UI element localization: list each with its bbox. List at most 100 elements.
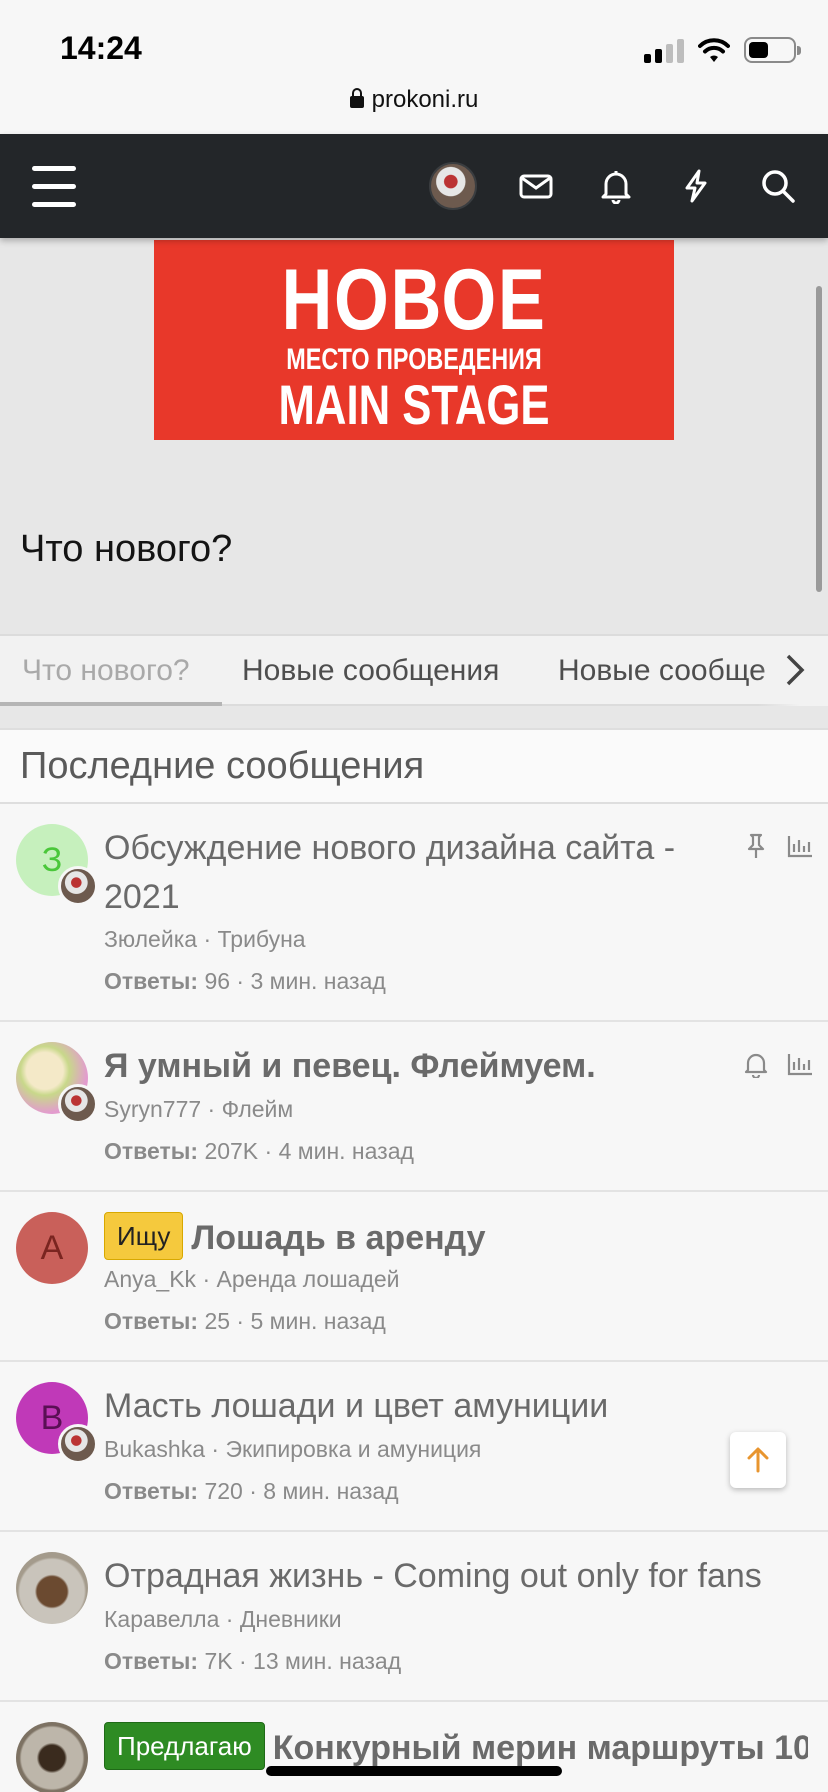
replies-count: 7K <box>204 1648 233 1674</box>
thread-time[interactable]: 4 мин. назад <box>279 1138 414 1164</box>
tab-bar: Что нового? Новые сообщения Новые сообще <box>0 634 828 706</box>
thread-status-icons <box>742 1050 814 1078</box>
replies-label: Ответы: <box>104 1308 199 1334</box>
thread-meta: Зюлейка · Трибуна <box>104 926 306 952</box>
thread-forum[interactable]: Аренда лошадей <box>217 1266 400 1292</box>
thread-title[interactable]: Ищу Лошадь в аренду <box>104 1212 688 1263</box>
thread-forum[interactable]: Трибуна <box>218 926 306 952</box>
banner-line-2: МЕСТО ПРОВЕДЕНИЯ <box>286 343 542 376</box>
wifi-icon <box>698 38 730 62</box>
thread-forum[interactable]: Флейм <box>222 1096 294 1122</box>
thread-author[interactable]: Зюлейка <box>104 926 197 952</box>
envelope-icon <box>519 174 553 199</box>
user-avatar-button[interactable] <box>428 134 478 238</box>
thread-row[interactable]: З Обсуждение нового дизайна сайта - 2021… <box>0 804 828 1022</box>
thread-stats: Ответы: 7K · 13 мин. назад <box>104 1648 402 1674</box>
avatar[interactable]: А <box>16 1212 88 1284</box>
tab-whats-new[interactable]: Что нового? <box>0 636 222 706</box>
thread-row[interactable]: Я умный и певец. Флеймуем. Syryn777 · Фл… <box>0 1022 828 1192</box>
stats-icon <box>787 836 812 858</box>
thread-meta: Bukashka · Экипировка и амуниция <box>104 1436 482 1462</box>
avatar[interactable] <box>16 1722 88 1792</box>
replies-label: Ответы: <box>104 1478 199 1504</box>
banner-line-1: НОВОЕ <box>281 252 547 348</box>
replies-count: 207K <box>204 1138 259 1164</box>
thread-prefix-label[interactable]: Предлагаю <box>104 1722 265 1770</box>
lightning-icon <box>685 169 707 203</box>
whats-new-button[interactable] <box>666 134 726 238</box>
lock-icon <box>349 88 364 108</box>
thread-forum[interactable]: Экипировка и амуниция <box>225 1436 481 1462</box>
replies-label: Ответы: <box>104 968 199 994</box>
status-icons <box>644 34 801 66</box>
thread-title[interactable]: Масть лошади и цвет амуниции <box>104 1382 688 1431</box>
thread-title[interactable]: Обсуждение нового дизайна сайта - 2021 <box>104 824 688 922</box>
menu-button[interactable] <box>22 134 86 238</box>
thread-prefix-label[interactable]: Ищу <box>104 1212 184 1260</box>
thread-time[interactable]: 5 мин. назад <box>250 1308 385 1334</box>
section-title: Последние сообщения <box>0 730 828 804</box>
thread-title-text[interactable]: Конкурный мерин маршруты 100... <box>273 1729 808 1767</box>
banner-line-3: MAIN STAGE <box>278 373 550 436</box>
thread-time[interactable]: 13 мин. назад <box>253 1648 401 1674</box>
thread-title[interactable]: Отрадная жизнь - Coming out only for fan… <box>104 1552 808 1601</box>
thread-meta: Syryn777 · Флейм <box>104 1096 294 1122</box>
thread-forum[interactable]: Дневники <box>240 1606 342 1632</box>
arrow-up-icon <box>747 1447 769 1473</box>
avatar[interactable] <box>16 1552 88 1624</box>
last-poster-avatar[interactable] <box>58 866 98 906</box>
latest-posts-section: Последние сообщения З Обсуждение нового … <box>0 728 828 1792</box>
alerts-button[interactable] <box>586 134 646 238</box>
replies-count: 25 <box>204 1308 231 1334</box>
thread-author[interactable]: Bukashka <box>104 1436 205 1462</box>
thread-time[interactable]: 3 мин. назад <box>250 968 385 994</box>
thread-row[interactable]: А Ищу Лошадь в аренду Anya_Kk · Аренда ло… <box>0 1192 828 1362</box>
thread-stats: Ответы: 720 · 8 мин. назад <box>104 1478 399 1504</box>
stats-icon <box>787 1054 812 1076</box>
avatar <box>429 162 477 210</box>
thread-stats: Ответы: 207K · 4 мин. назад <box>104 1138 414 1164</box>
scrollbar[interactable] <box>816 286 822 592</box>
thread-time[interactable]: 8 мин. назад <box>263 1478 398 1504</box>
tab-new-posts[interactable]: Новые сообщения <box>242 636 499 706</box>
thread-author[interactable]: Syryn777 <box>104 1096 201 1122</box>
thread-row[interactable]: Предлагаю Конкурный мерин маршруты 100... <box>0 1702 828 1792</box>
replies-count: 720 <box>204 1478 243 1504</box>
tab-new-posts-2[interactable]: Новые сообще <box>558 636 778 706</box>
cellular-signal-icon <box>644 37 684 63</box>
thread-title-text[interactable]: Лошадь в аренду <box>191 1219 485 1257</box>
last-poster-avatar[interactable] <box>58 1424 98 1464</box>
thread-title[interactable]: Я умный и певец. Флеймуем. <box>104 1042 688 1091</box>
chevron-right-icon[interactable] <box>774 650 814 690</box>
scroll-to-top-button[interactable] <box>730 1432 786 1488</box>
thread-author[interactable]: Anya_Kk <box>104 1266 196 1292</box>
status-bar: 14:24 prokoni.ru <box>0 0 828 134</box>
content-area: НОВОЕ МЕСТО ПРОВЕДЕНИЯ MAIN STAGE Что но… <box>0 238 828 1792</box>
address-bar[interactable]: prokoni.ru <box>0 86 828 114</box>
thread-meta: Каравелла · Дневники <box>104 1606 342 1632</box>
page: 14:24 prokoni.ru НОВОЕ МЕСТО ПРОВЕДЕНИЯ … <box>0 0 828 1792</box>
replies-label: Ответы: <box>104 1648 199 1674</box>
bell-icon <box>744 1053 768 1078</box>
promo-banner[interactable]: НОВОЕ МЕСТО ПРОВЕДЕНИЯ MAIN STAGE <box>154 240 674 440</box>
url-text: prokoni.ru <box>371 86 479 113</box>
thread-status-icons <box>742 832 814 860</box>
search-icon <box>762 170 795 203</box>
inbox-button[interactable] <box>506 134 566 238</box>
replies-count: 96 <box>204 968 231 994</box>
thread-stats: Ответы: 96 · 3 мин. назад <box>104 968 386 994</box>
bell-icon <box>601 171 631 204</box>
search-button[interactable] <box>748 134 808 238</box>
page-title: Что нового? <box>20 528 233 570</box>
thread-row[interactable]: Отрадная жизнь - Coming out only for fan… <box>0 1532 828 1702</box>
home-indicator[interactable] <box>266 1766 562 1776</box>
battery-icon <box>744 37 801 63</box>
replies-label: Ответы: <box>104 1138 199 1164</box>
thread-stats: Ответы: 25 · 5 мин. назад <box>104 1308 386 1334</box>
thread-author[interactable]: Каравелла <box>104 1606 219 1632</box>
pin-icon <box>747 833 765 858</box>
top-navigation <box>0 134 828 238</box>
thread-row[interactable]: B Масть лошади и цвет амуниции Bukashka … <box>0 1362 828 1532</box>
last-poster-avatar[interactable] <box>58 1084 98 1124</box>
status-time: 14:24 <box>60 30 142 66</box>
